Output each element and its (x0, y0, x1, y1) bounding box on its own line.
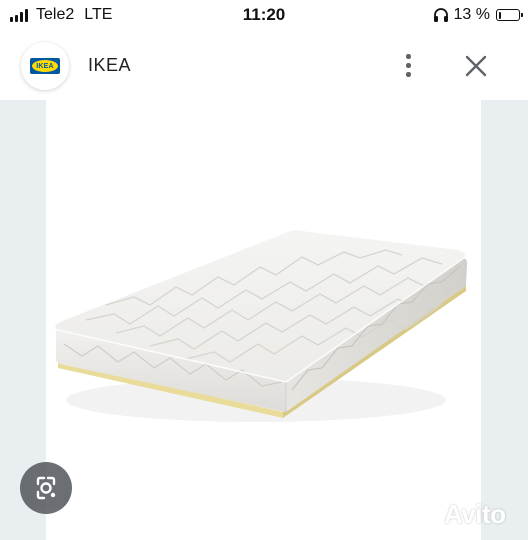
battery-percentage: 13 % (453, 6, 490, 23)
more-options-button[interactable] (396, 52, 420, 80)
product-image[interactable] (46, 100, 481, 540)
ikea-logo-text: IKEA (36, 62, 54, 70)
battery-level (498, 11, 501, 19)
mattress-illustration (55, 230, 468, 422)
google-lens-icon (36, 476, 56, 500)
avito-watermark: Avito (418, 497, 522, 533)
ikea-logo: IKEA (30, 58, 60, 74)
battery-icon (496, 9, 523, 21)
image-viewer (0, 100, 528, 540)
image-side-panel-right (481, 100, 528, 540)
site-header: IKEA IKEA (0, 30, 528, 100)
avito-logo-icon (420, 504, 443, 526)
site-title: IKEA (88, 55, 132, 75)
visual-search-button[interactable] (20, 462, 72, 514)
status-bar-right: 13 % (432, 5, 523, 25)
headphones-icon (433, 8, 448, 22)
site-favicon[interactable]: IKEA (21, 42, 69, 90)
more-vertical-icon (406, 54, 411, 59)
close-icon (465, 55, 487, 77)
watermark-text: Avito (444, 499, 506, 529)
status-bar: Tele2 LTE 11:20 13 % (0, 0, 528, 30)
close-button[interactable] (462, 52, 490, 80)
